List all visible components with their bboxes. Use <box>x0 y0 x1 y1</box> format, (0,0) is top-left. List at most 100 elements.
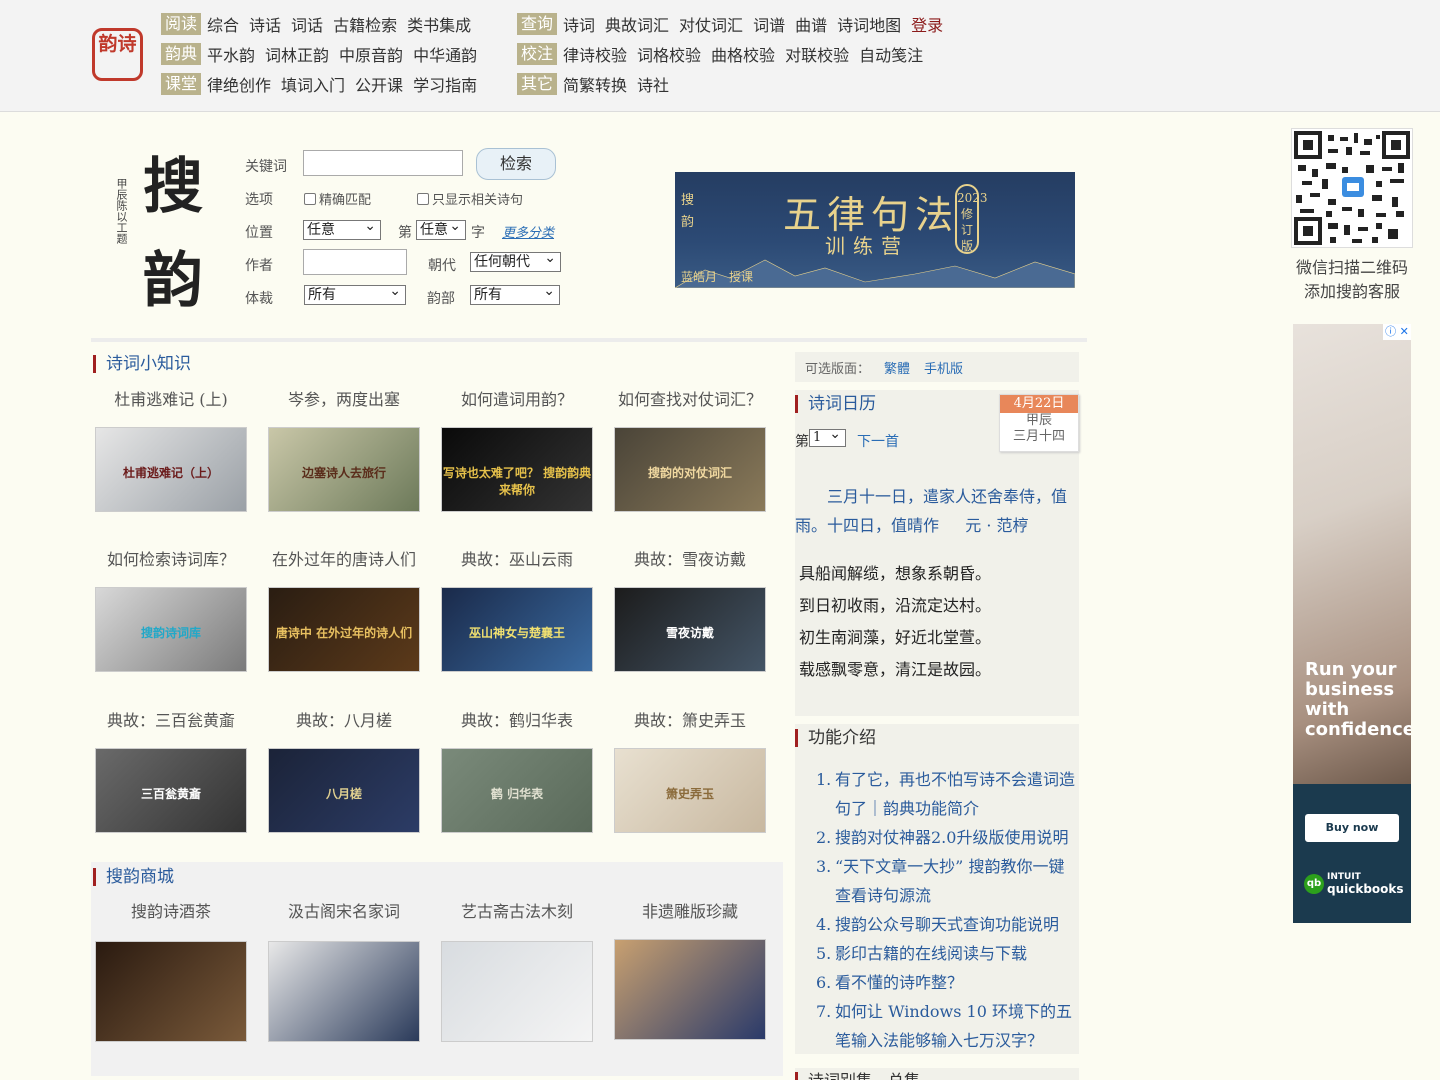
thumbnail-caption: 搜韵诗词库 <box>140 626 201 640</box>
shop-thumbnail[interactable] <box>441 941 593 1042</box>
nav-link[interactable]: 填词入门 <box>281 72 345 96</box>
feature-item[interactable]: 6. 看不懂的诗咋整？ <box>810 968 1080 997</box>
nav-link[interactable]: 综合 <box>207 12 239 36</box>
nav-link[interactable]: 典故词汇 <box>605 12 669 36</box>
position-select[interactable]: 任意 <box>303 217 381 240</box>
feature-link[interactable]: 影印古籍的在线阅读与下载 <box>835 944 1027 963</box>
divider <box>91 338 1087 342</box>
knowledge-item[interactable]: 典故：八月槎 <box>268 709 420 733</box>
nav-link[interactable]: 曲谱 <box>795 12 827 36</box>
nav-link[interactable]: 对仗词汇 <box>679 12 743 36</box>
mobile-link[interactable]: 手机版 <box>924 362 963 377</box>
nav-link[interactable]: 诗词 <box>563 12 595 36</box>
nav-link[interactable]: 词话 <box>291 12 323 36</box>
knowledge-item[interactable]: 岑参，两度出塞 <box>268 388 420 412</box>
shop-thumbnail[interactable] <box>95 941 247 1042</box>
more-categories-link[interactable]: 更多分类 <box>502 222 554 241</box>
knowledge-thumbnail[interactable]: 杜甫逃难记（上） <box>95 427 247 512</box>
nav-link[interactable]: 学习指南 <box>413 72 477 96</box>
nav-link[interactable]: 自动笺注 <box>859 42 923 66</box>
login-link[interactable]: 登录 <box>911 12 943 36</box>
knowledge-item[interactable]: 典故：箫史弄玉 <box>614 709 766 733</box>
nav-link[interactable]: 类书集成 <box>407 12 471 36</box>
feature-link[interactable]: 搜韵公众号聊天式查询功能说明 <box>835 915 1059 934</box>
nav-link[interactable]: 诗词地图 <box>837 12 901 36</box>
nav-link[interactable]: 中原音韵 <box>339 42 403 66</box>
nav-link[interactable]: 公开课 <box>355 72 403 96</box>
nav-link[interactable]: 词林正韵 <box>265 42 329 66</box>
nav-link[interactable]: 对联校验 <box>785 42 849 66</box>
advertisement[interactable]: ⓘ ✕ Run your business with confidence Bu… <box>1293 324 1411 923</box>
knowledge-thumbnail[interactable]: 搜韵诗词库 <box>95 587 247 672</box>
feature-item[interactable]: 1. 有了它，再也不怕写诗不会遣词造句了｜韵典功能简介 <box>810 765 1080 823</box>
shop-item[interactable]: 艺古斋古法木刻 <box>441 900 593 924</box>
keyword-input[interactable] <box>303 150 463 176</box>
feature-item[interactable]: 5. 影印古籍的在线阅读与下载 <box>810 939 1080 968</box>
poem-nth-select[interactable]: 1 <box>809 426 846 447</box>
knowledge-item[interactable]: 如何遣词用韵？ <box>441 388 593 412</box>
knowledge-thumbnail[interactable]: 唐诗中 在外过年的诗人们 <box>268 587 420 672</box>
knowledge-item[interactable]: 如何查找对仗词汇？ <box>614 388 766 412</box>
knowledge-thumbnail[interactable]: 鹤 归华表 <box>441 748 593 833</box>
knowledge-thumbnail[interactable]: 搜韵的对仗词汇 <box>614 427 766 512</box>
author-input[interactable] <box>303 249 407 275</box>
traditional-link[interactable]: 繁體 <box>884 362 910 377</box>
next-poem-link[interactable]: 下一首 <box>857 431 899 451</box>
search-button[interactable]: 检索 <box>476 148 556 180</box>
knowledge-thumbnail[interactable]: 雪夜访戴 <box>614 587 766 672</box>
nav-link[interactable]: 词格校验 <box>637 42 701 66</box>
poem-title[interactable]: 三月十一日，遣家人还舍奉侍，值雨。十四日，值晴作 元 · 范梈 <box>795 480 1079 544</box>
knowledge-item[interactable]: 典故：鹤归华表 <box>441 709 593 733</box>
knowledge-item[interactable]: 在外过年的唐诗人们 <box>268 548 420 572</box>
ad-close-icon[interactable]: ⓘ ✕ <box>1383 324 1411 340</box>
knowledge-item[interactable]: 典故：三百瓮黄齑 <box>95 709 247 733</box>
dynasty-select[interactable]: 任何朝代 <box>470 249 561 272</box>
genre-select[interactable]: 所有 <box>304 282 406 305</box>
feature-item[interactable]: 7. 如何让 Windows 10 环境下的五笔输入法能够输入七万汉字？ <box>810 997 1080 1055</box>
nav-link[interactable]: 简繁转换 <box>563 72 627 96</box>
knowledge-thumbnail[interactable]: 巫山神女与楚襄王 <box>441 587 593 672</box>
only-related-checkbox[interactable]: 只显示相关诗句 <box>417 189 523 208</box>
feature-link[interactable]: “天下文章一大抄” 搜韵教你一键查看诗句源流 <box>835 857 1064 905</box>
feature-link[interactable]: 有了它，再也不怕写诗不会遣词造句了｜韵典功能简介 <box>835 770 1075 818</box>
knowledge-item[interactable]: 杜甫逃难记 (上) <box>95 388 247 412</box>
knowledge-thumbnail[interactable]: 八月槎 <box>268 748 420 833</box>
rhyme-select[interactable]: 所有 <box>470 282 560 305</box>
knowledge-thumbnail[interactable]: 边塞诗人去旅行 <box>268 427 420 512</box>
nth-char-select[interactable]: 任意 <box>416 217 466 240</box>
nav-link[interactable]: 诗社 <box>637 72 669 96</box>
nav-link[interactable]: 曲格校验 <box>711 42 775 66</box>
shop-thumbnail[interactable] <box>268 941 420 1042</box>
shop-thumbnail[interactable] <box>614 939 766 1040</box>
shop-item[interactable]: 搜韵诗酒茶 <box>95 900 247 924</box>
nav-link[interactable]: 律诗校验 <box>563 42 627 66</box>
knowledge-item[interactable]: 典故：巫山云雨 <box>441 548 593 572</box>
thumbnail-caption: 写诗也太难了吧？ 搜韵韵典来帮你 <box>442 466 592 497</box>
ad-buy-button[interactable]: Buy now <box>1305 814 1399 842</box>
nav-link[interactable]: 词谱 <box>753 12 785 36</box>
knowledge-thumbnail[interactable]: 三百瓮黄齑 <box>95 748 247 833</box>
nav-link[interactable]: 古籍检索 <box>333 12 397 36</box>
feature-link[interactable]: 搜韵对仗神器2.0升级版使用说明 <box>835 828 1068 847</box>
exact-match-checkbox[interactable]: 精确匹配 <box>304 189 371 208</box>
site-logo-seal[interactable]: 韵诗 <box>92 28 143 81</box>
nav-link[interactable]: 律绝创作 <box>207 72 271 96</box>
nav-link[interactable]: 平水韵 <box>207 42 255 66</box>
shop-item[interactable]: 汲古阁宋名家词 <box>268 900 420 924</box>
feature-item[interactable]: 2. 搜韵对仗神器2.0升级版使用说明 <box>810 823 1080 852</box>
site-logo-calligraphy[interactable]: 搜韵 <box>138 140 208 328</box>
knowledge-item[interactable]: 如何检索诗词库？ <box>95 548 247 572</box>
knowledge-thumbnail[interactable]: 箫史弄玉 <box>614 748 766 833</box>
feature-item[interactable]: 3. “天下文章一大抄” 搜韵教你一键查看诗句源流 <box>810 852 1080 910</box>
poem-author-link[interactable]: 范梈 <box>997 516 1029 535</box>
knowledge-thumbnail[interactable]: 写诗也太难了吧？ 搜韵韵典来帮你 <box>441 427 593 512</box>
feature-item[interactable]: 4. 搜韵公众号聊天式查询功能说明 <box>810 910 1080 939</box>
course-banner[interactable]: 搜韵 五律句法 训练营 2023修订版 蓝皓月 授课 <box>675 172 1075 288</box>
knowledge-item[interactable]: 典故：雪夜访戴 <box>614 548 766 572</box>
nav-row: 韵典 平水韵 词林正韵 中原音韵 中华通韵 <box>161 42 487 66</box>
nav-link[interactable]: 中华通韵 <box>413 42 477 66</box>
shop-item[interactable]: 非遗雕版珍藏 <box>614 900 766 924</box>
feature-link[interactable]: 如何让 Windows 10 环境下的五笔输入法能够输入七万汉字？ <box>835 1002 1072 1050</box>
nav-link[interactable]: 诗话 <box>249 12 281 36</box>
feature-link[interactable]: 看不懂的诗咋整？ <box>835 973 963 992</box>
